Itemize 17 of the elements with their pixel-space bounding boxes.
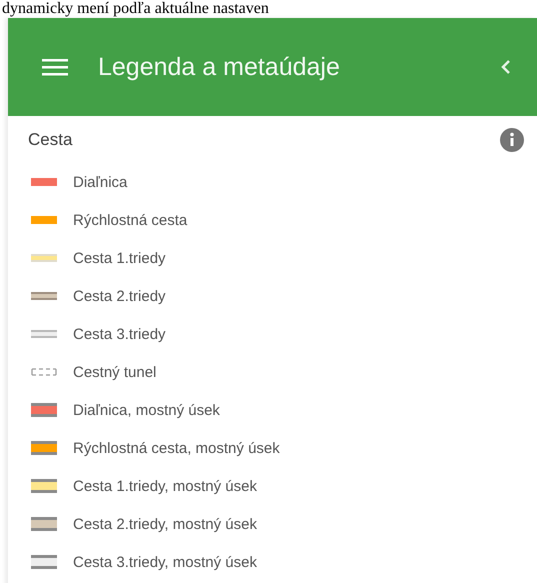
legend-label: Diaľnica, mostný úsek bbox=[73, 402, 220, 418]
legend-label: Rýchlostná cesta, mostný úsek bbox=[73, 440, 280, 456]
legend-label: Cestný tunel bbox=[73, 364, 156, 380]
legend-label: Cesta 1.triedy, mostný úsek bbox=[73, 478, 257, 494]
legend-label: Cesta 1.triedy bbox=[73, 250, 166, 266]
legend-label: Cesta 3.triedy bbox=[73, 326, 166, 342]
document-text: dynamicky mení podľa aktuálne nastaven bbox=[1, 0, 270, 18]
info-icon[interactable] bbox=[500, 128, 524, 152]
panel-title: Legenda a metaúdaje bbox=[98, 52, 341, 82]
legend-label: Cesta 2.triedy bbox=[73, 288, 166, 304]
legend-label: Rýchlostná cesta bbox=[73, 212, 188, 228]
legend-label: Cesta 2.triedy, mostný úsek bbox=[73, 516, 257, 532]
collapse-icon[interactable] bbox=[501, 59, 511, 75]
section-title: Cesta bbox=[28, 130, 72, 150]
legend-label: Diaľnica bbox=[73, 174, 128, 190]
menu-icon[interactable] bbox=[42, 58, 68, 76]
legend-label: Cesta 3.triedy, mostný úsek bbox=[73, 554, 257, 570]
